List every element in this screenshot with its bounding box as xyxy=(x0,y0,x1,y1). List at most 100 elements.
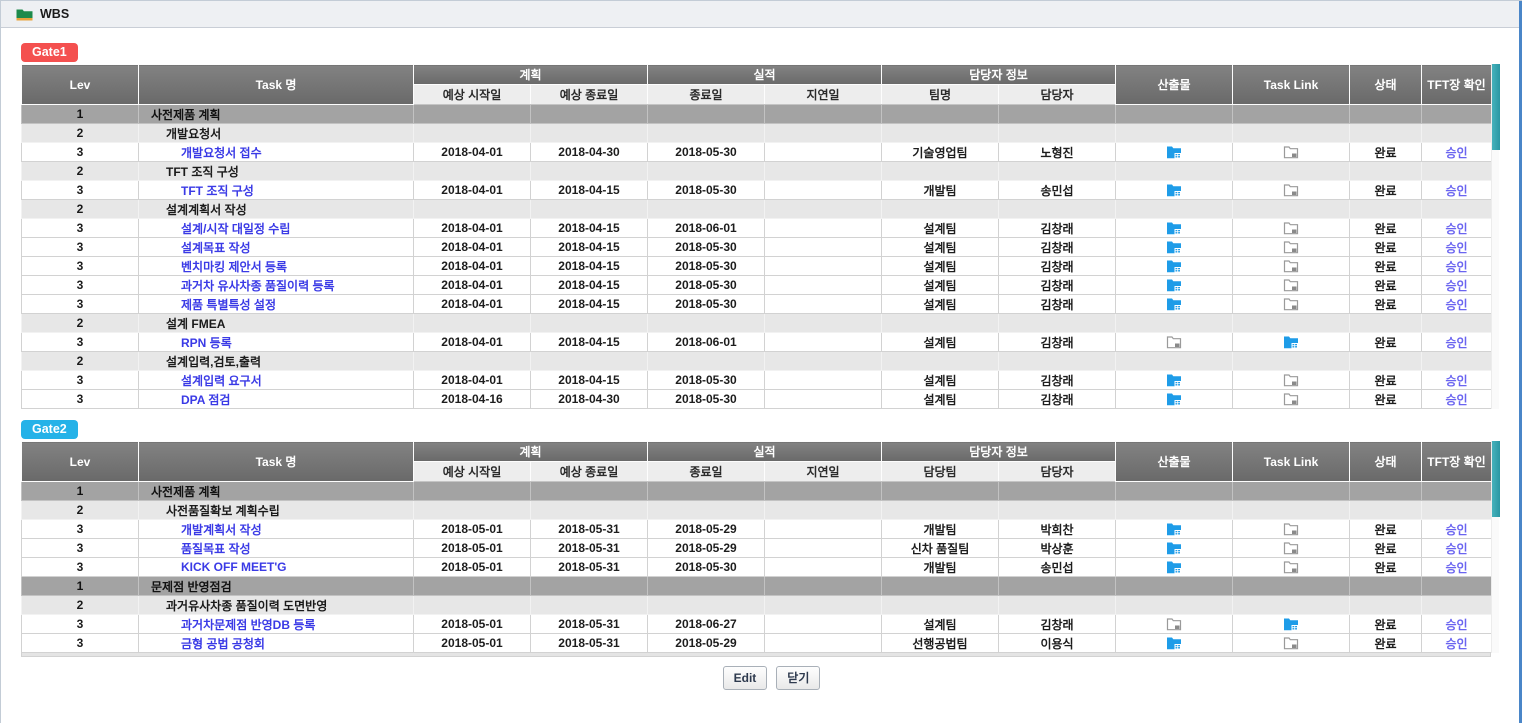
folder-gray-icon-task-link[interactable] xyxy=(1283,183,1299,197)
folder-blue-icon-deliverable[interactable] xyxy=(1166,240,1182,254)
task-name-link[interactable]: 금형 공법 공청회 xyxy=(181,637,265,651)
task-link-cell xyxy=(1233,371,1350,390)
clipped-next-row xyxy=(21,653,1491,657)
task-name-link[interactable]: 설계/시작 대일정 수립 xyxy=(181,222,290,236)
tft-confirm-cell xyxy=(1422,596,1492,615)
plan-end-cell: 2018-05-31 xyxy=(531,539,648,558)
folder-gray-icon-task-link[interactable] xyxy=(1283,373,1299,387)
approve-link[interactable]: 승인 xyxy=(1445,637,1467,651)
approve-link[interactable]: 승인 xyxy=(1445,374,1467,388)
task-name-link[interactable]: 벤치마킹 제안서 등록 xyxy=(181,260,287,274)
team-cell: 신차 품질팀 xyxy=(882,539,999,558)
col-header-task-link: Task Link xyxy=(1233,65,1350,105)
folder-gray-icon-task-link[interactable] xyxy=(1283,636,1299,650)
approve-link[interactable]: 승인 xyxy=(1445,393,1467,407)
owner-cell: 김창래 xyxy=(999,238,1116,257)
scrollbar-thumb[interactable] xyxy=(1492,441,1500,517)
task-name-link[interactable]: RPN 등록 xyxy=(181,336,232,350)
scrollbar-thumb[interactable] xyxy=(1492,64,1500,150)
approve-link[interactable]: 승인 xyxy=(1445,561,1467,575)
vertical-scrollbar[interactable] xyxy=(1491,64,1499,409)
folder-gray-icon-task-link[interactable] xyxy=(1283,522,1299,536)
folder-gray-icon-task-link[interactable] xyxy=(1283,278,1299,292)
folder-blue-icon-deliverable[interactable] xyxy=(1166,278,1182,292)
vertical-scrollbar[interactable] xyxy=(1491,441,1499,653)
actual-end-cell xyxy=(648,577,765,596)
approve-link[interactable]: 승인 xyxy=(1445,298,1467,312)
task-name-link[interactable]: 설계목표 작성 xyxy=(181,241,251,255)
folder-blue-icon-deliverable[interactable] xyxy=(1166,522,1182,536)
folder-gray-icon-task-link[interactable] xyxy=(1283,221,1299,235)
task-name-link[interactable]: 개발요청서 접수 xyxy=(181,146,262,160)
task-name-link[interactable]: 설계입력 요구서 xyxy=(181,374,262,388)
task-name-link[interactable]: 품질목표 작성 xyxy=(181,542,251,556)
page-title: WBS xyxy=(40,7,69,21)
task-name-link[interactable]: 제품 특별특성 설정 xyxy=(181,298,276,312)
folder-blue-icon-deliverable[interactable] xyxy=(1166,373,1182,387)
task-name-link[interactable]: TFT 조직 구성 xyxy=(181,184,254,198)
status-cell: 완료 xyxy=(1350,295,1422,314)
task-name-link[interactable]: 과거차 유사차종 품질이력 등록 xyxy=(181,279,335,293)
approve-link[interactable]: 승인 xyxy=(1445,523,1467,537)
folder-blue-icon-deliverable[interactable] xyxy=(1166,541,1182,555)
actual-end-cell xyxy=(648,162,765,181)
plan-start-cell xyxy=(414,577,531,596)
folder-gray-icon-task-link[interactable] xyxy=(1283,145,1299,159)
delay-cell xyxy=(765,143,882,162)
tft-confirm-cell: 승인 xyxy=(1422,634,1492,653)
team-cell xyxy=(882,501,999,520)
plan-end-cell: 2018-04-15 xyxy=(531,371,648,390)
edit-button[interactable]: Edit xyxy=(723,666,768,690)
approve-link[interactable]: 승인 xyxy=(1445,222,1467,236)
folder-blue-icon-task-link[interactable] xyxy=(1283,335,1299,349)
folder-gray-icon-task-link[interactable] xyxy=(1283,259,1299,273)
status-cell: 완료 xyxy=(1350,276,1422,295)
task-name-link[interactable]: 과거차문제점 반영DB 등록 xyxy=(181,618,315,632)
folder-gray-icon-task-link[interactable] xyxy=(1283,560,1299,574)
approve-link[interactable]: 승인 xyxy=(1445,241,1467,255)
folder-gray-icon-task-link[interactable] xyxy=(1283,392,1299,406)
approve-link[interactable]: 승인 xyxy=(1445,542,1467,556)
task-link-cell xyxy=(1233,124,1350,143)
gate2-section: Gate2 LevTask 명계획실적담당자 정보산출물Task Link상태T… xyxy=(21,420,1522,657)
folder-blue-icon-deliverable[interactable] xyxy=(1166,392,1182,406)
task-name-cell: 문제점 반영점검 xyxy=(139,577,414,596)
folder-blue-icon-deliverable[interactable] xyxy=(1166,145,1182,159)
col-group-owner-info: 담당자 정보 xyxy=(882,65,1116,85)
status-cell: 완료 xyxy=(1350,181,1422,200)
approve-link[interactable]: 승인 xyxy=(1445,184,1467,198)
table-row: 2TFT 조직 구성 xyxy=(22,162,1492,181)
approve-link[interactable]: 승인 xyxy=(1445,336,1467,350)
folder-gray-icon-deliverable[interactable] xyxy=(1166,335,1182,349)
folder-blue-icon-deliverable[interactable] xyxy=(1166,636,1182,650)
folder-blue-icon-deliverable[interactable] xyxy=(1166,259,1182,273)
folder-gray-icon-task-link[interactable] xyxy=(1283,297,1299,311)
folder-blue-icon-deliverable[interactable] xyxy=(1166,297,1182,311)
folder-gray-icon-task-link[interactable] xyxy=(1283,240,1299,254)
task-name-link[interactable]: DPA 점검 xyxy=(181,393,230,407)
deliverable-cell xyxy=(1116,352,1233,371)
delay-cell xyxy=(765,124,882,143)
team-cell: 설계팀 xyxy=(882,333,999,352)
task-name-link[interactable]: 개발계획서 작성 xyxy=(181,523,262,537)
lev-cell: 3 xyxy=(22,333,139,352)
close-button[interactable]: 닫기 xyxy=(776,666,820,690)
task-name-cell: 과거차 유사차종 품질이력 등록 xyxy=(139,276,414,295)
deliverable-cell xyxy=(1116,558,1233,577)
status-cell: 완료 xyxy=(1350,615,1422,634)
folder-gray-icon-deliverable[interactable] xyxy=(1166,617,1182,631)
plan-end-cell: 2018-04-15 xyxy=(531,181,648,200)
folder-blue-icon-deliverable[interactable] xyxy=(1166,183,1182,197)
approve-link[interactable]: 승인 xyxy=(1445,618,1467,632)
folder-blue-icon-deliverable[interactable] xyxy=(1166,560,1182,574)
plan-start-cell: 2018-05-01 xyxy=(414,558,531,577)
approve-link[interactable]: 승인 xyxy=(1445,260,1467,274)
team-cell xyxy=(882,482,999,501)
approve-link[interactable]: 승인 xyxy=(1445,279,1467,293)
delay-cell xyxy=(765,238,882,257)
folder-gray-icon-task-link[interactable] xyxy=(1283,541,1299,555)
approve-link[interactable]: 승인 xyxy=(1445,146,1467,160)
task-name-link[interactable]: KICK OFF MEET'G xyxy=(181,560,287,574)
folder-blue-icon-deliverable[interactable] xyxy=(1166,221,1182,235)
folder-blue-icon-task-link[interactable] xyxy=(1283,617,1299,631)
